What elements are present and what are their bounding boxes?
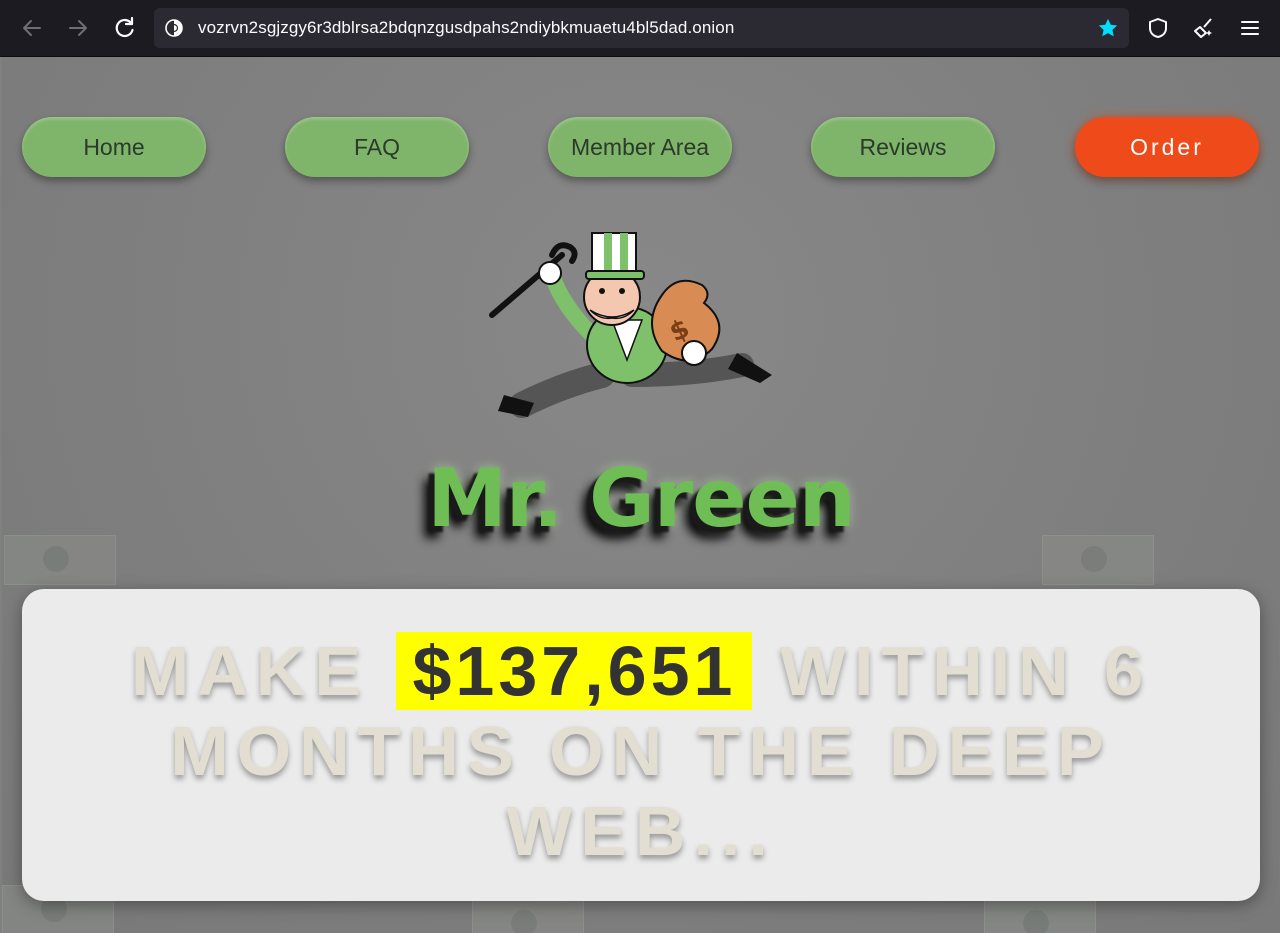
shield-icon[interactable]: [1146, 16, 1170, 40]
mascot-illustration: $: [482, 225, 802, 435]
nav-member-area-button[interactable]: Member Area: [548, 117, 732, 177]
browser-toolbar: vozrvn2sgjzgy6r3dblrsa2bdqnzgusdpahs2ndi…: [0, 0, 1280, 57]
headline-prefix: MAKE: [130, 632, 397, 710]
address-bar[interactable]: vozrvn2sgjzgy6r3dblrsa2bdqnzgusdpahs2ndi…: [154, 8, 1129, 48]
new-identity-broom-icon[interactable]: [1192, 16, 1216, 40]
url-text[interactable]: vozrvn2sgjzgy6r3dblrsa2bdqnzgusdpahs2ndi…: [198, 18, 734, 38]
nav-home-button[interactable]: Home: [22, 117, 206, 177]
bookmark-star-icon[interactable]: [1097, 17, 1119, 39]
page-content: Home FAQ Member Area Reviews Order $ Mr.…: [2, 57, 1280, 933]
tor-onion-icon[interactable]: [165, 19, 183, 37]
nav-faq-button[interactable]: FAQ: [285, 117, 469, 177]
money-bill-decoration: [984, 899, 1096, 933]
money-bill-decoration: [472, 899, 584, 933]
headline: MAKE $137,651 WITHIN 6 MONTHS ON THE DEE…: [62, 631, 1220, 871]
back-arrow-icon[interactable]: [18, 14, 46, 42]
nav-reviews-button[interactable]: Reviews: [811, 117, 995, 177]
reload-icon[interactable]: [110, 14, 138, 42]
headline-card: MAKE $137,651 WITHIN 6 MONTHS ON THE DEE…: [22, 589, 1260, 901]
menu-hamburger-icon[interactable]: [1238, 16, 1262, 40]
site-logo-text: Mr. Green: [427, 452, 855, 545]
nav-order-button[interactable]: Order: [1075, 117, 1259, 177]
headline-amount: $137,651: [396, 632, 753, 710]
forward-arrow-icon[interactable]: [64, 14, 92, 42]
main-nav: Home FAQ Member Area Reviews Order: [2, 117, 1280, 181]
